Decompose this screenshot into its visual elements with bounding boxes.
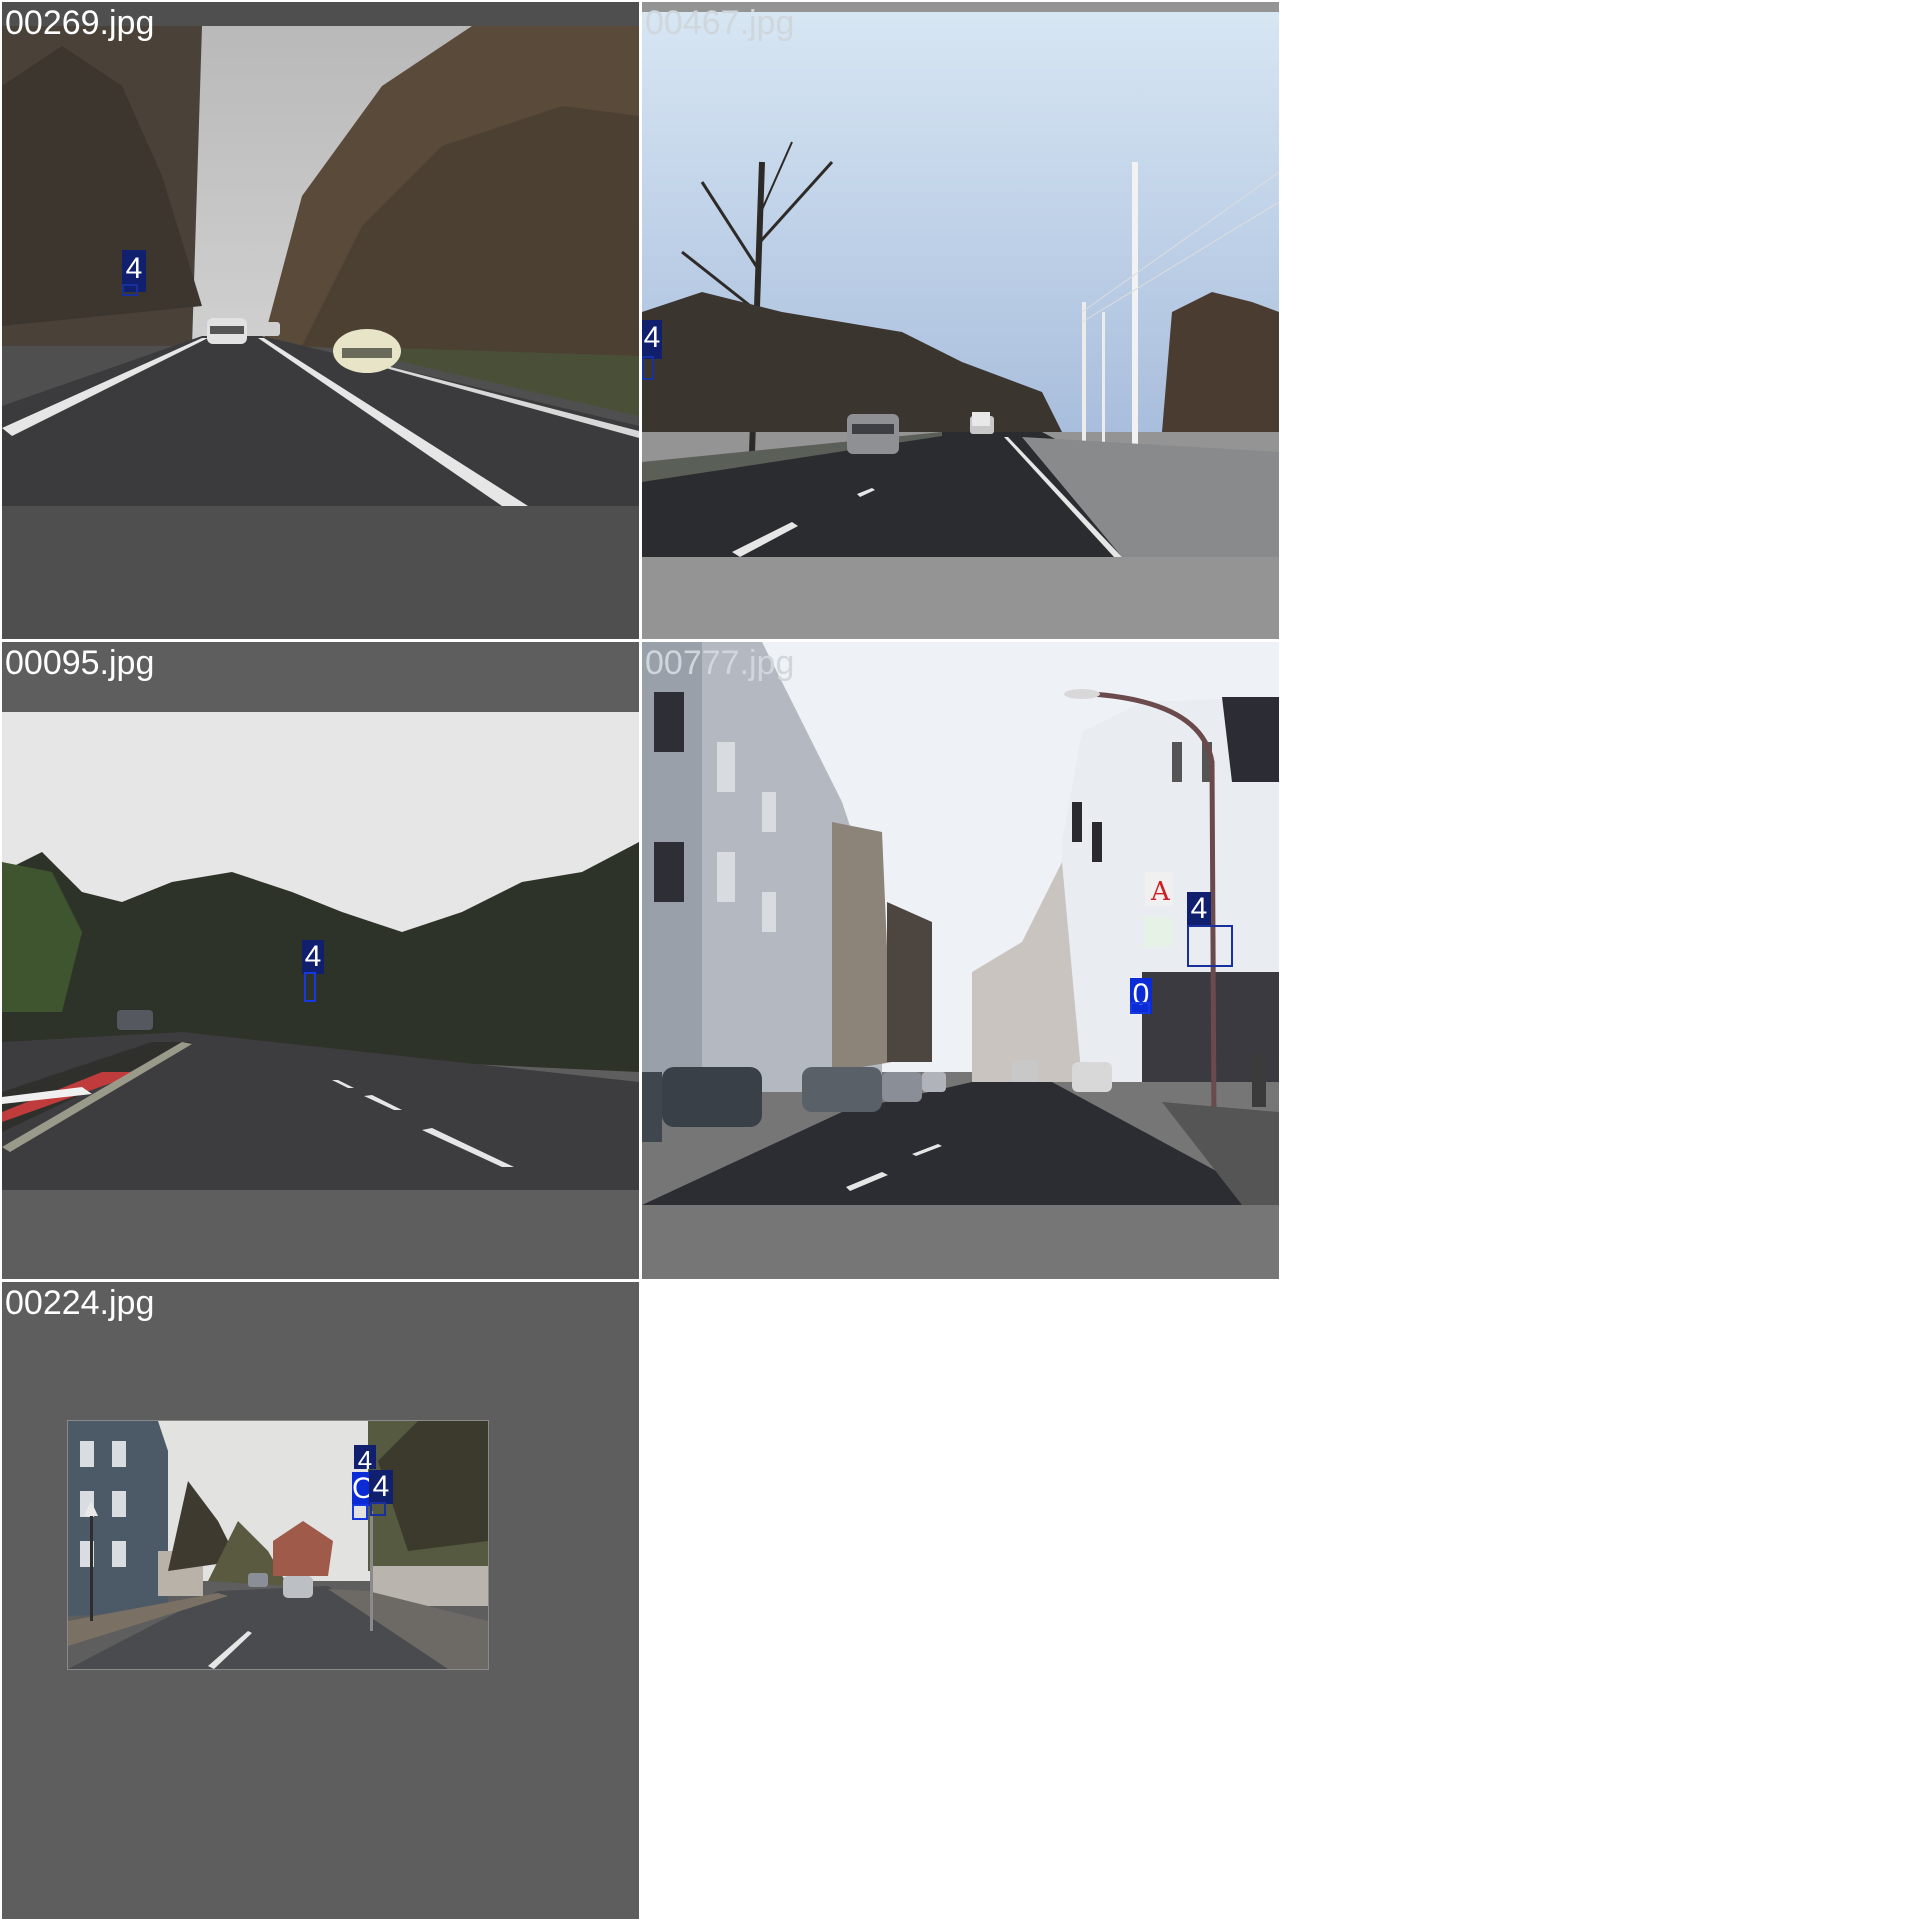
detection-box: [304, 972, 316, 1002]
mosaic-tile-00467: 4 00467.jpg: [642, 2, 1279, 639]
detection-label: 4: [369, 1470, 393, 1504]
filename-label: 00224.jpg: [5, 1284, 155, 1322]
filename-label: 00467.jpg: [645, 4, 795, 42]
filename-label: 00777.jpg: [645, 644, 795, 682]
mosaic-tile-00095: 4 00095.jpg: [2, 642, 639, 1279]
street-photo-00224: [67, 1420, 489, 1670]
svg-text:A: A: [1150, 877, 1171, 907]
filename-label: 00269.jpg: [5, 4, 155, 42]
detection-box: [122, 284, 138, 296]
mosaic-tile-00269: 4 00269.jpg: [2, 2, 639, 639]
detection-box: [1130, 1002, 1150, 1014]
detection-label: 4: [642, 320, 662, 359]
detection-box: [642, 356, 654, 380]
detection-box: [352, 1504, 368, 1520]
detection-label: 4: [302, 940, 324, 974]
filename-label: 00095.jpg: [5, 644, 155, 682]
street-photo-00269: [2, 26, 639, 506]
detection-label: 4: [354, 1445, 376, 1473]
mosaic-tile-00224: 4 C 4 00224.jpg: [2, 1282, 639, 1919]
mosaic-tile-00777: A 4 0 00777.jpg: [642, 642, 1279, 1279]
detection-box: [1187, 925, 1233, 967]
detection-box: [370, 1502, 386, 1516]
street-photo-00777: A: [642, 642, 1279, 1205]
street-photo-00467: [642, 12, 1279, 557]
detection-label: 4: [1187, 892, 1211, 926]
